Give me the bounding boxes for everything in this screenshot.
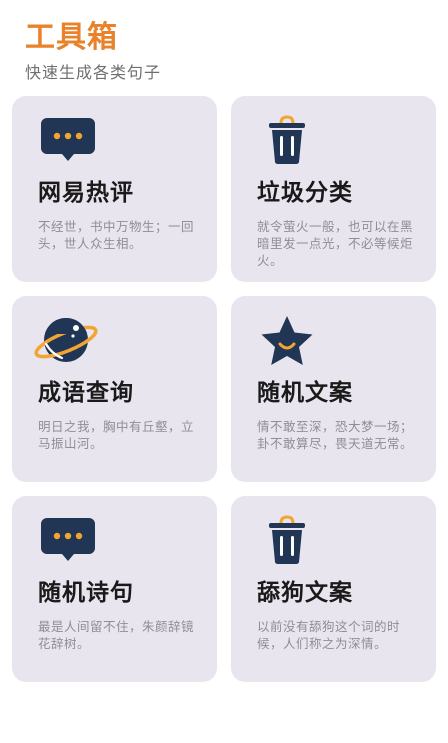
chat-bubble-icon (38, 114, 98, 166)
card-title: 随机诗句 (38, 580, 134, 606)
card-description: 不经世，书中万物生；一回头，世人众生相。 (38, 219, 195, 251)
card-title: 成语查询 (38, 380, 134, 406)
tool-card-netease-comments[interactable]: 网易热评 不经世，书中万物生；一回头，世人众生相。 (12, 96, 217, 282)
card-description: 最是人间留不住，朱颜辞镜花辞树。 (38, 619, 195, 651)
card-description: 就令萤火一般，也可以在黑暗里发一点光，不必等候炬火。 (257, 219, 414, 268)
card-title: 垃圾分类 (257, 180, 353, 206)
card-description: 情不敢至深，恐大梦一场；卦不敢算尽，畏天道无常。 (257, 419, 414, 451)
card-description: 明日之我，胸中有丘壑，立马振山河。 (38, 419, 195, 451)
tool-card-random-copy[interactable]: 随机文案 情不敢至深，恐大梦一场；卦不敢算尽，畏天道无常。 (231, 296, 436, 482)
page-title: 工具箱 (25, 20, 118, 55)
card-title: 随机文案 (257, 380, 353, 406)
trash-bin-icon (257, 114, 317, 166)
card-description: 以前没有舔狗这个词的时候，人们称之为深情。 (257, 619, 401, 651)
card-title: 舔狗文案 (257, 580, 353, 606)
header: 工具箱 快速生成各类句子 (25, 18, 161, 84)
page-subtitle: 快速生成各类句子 (25, 63, 162, 82)
tool-card-garbage-sorting[interactable]: 垃圾分类 就令萤火一般，也可以在黑暗里发一点光，不必等候炬火。 (231, 96, 436, 282)
tool-card-random-poem[interactable]: 随机诗句 最是人间留不住，朱颜辞镜花辞树。 (12, 496, 217, 682)
card-title: 网易热评 (38, 180, 134, 206)
trash-bin-icon (257, 514, 317, 566)
tool-grid: 网易热评 不经世，书中万物生；一回头，世人众生相。 垃圾分类 就令萤火一般，也可… (12, 96, 438, 682)
tool-card-simp-copy[interactable]: 舔狗文案 以前没有舔狗这个词的时候，人们称之为深情。 (231, 496, 436, 682)
planet-icon (34, 314, 98, 366)
star-icon (257, 314, 317, 366)
tool-card-idiom-lookup[interactable]: 成语查询 明日之我，胸中有丘壑，立马振山河。 (12, 296, 217, 482)
chat-bubble-icon (38, 514, 98, 566)
